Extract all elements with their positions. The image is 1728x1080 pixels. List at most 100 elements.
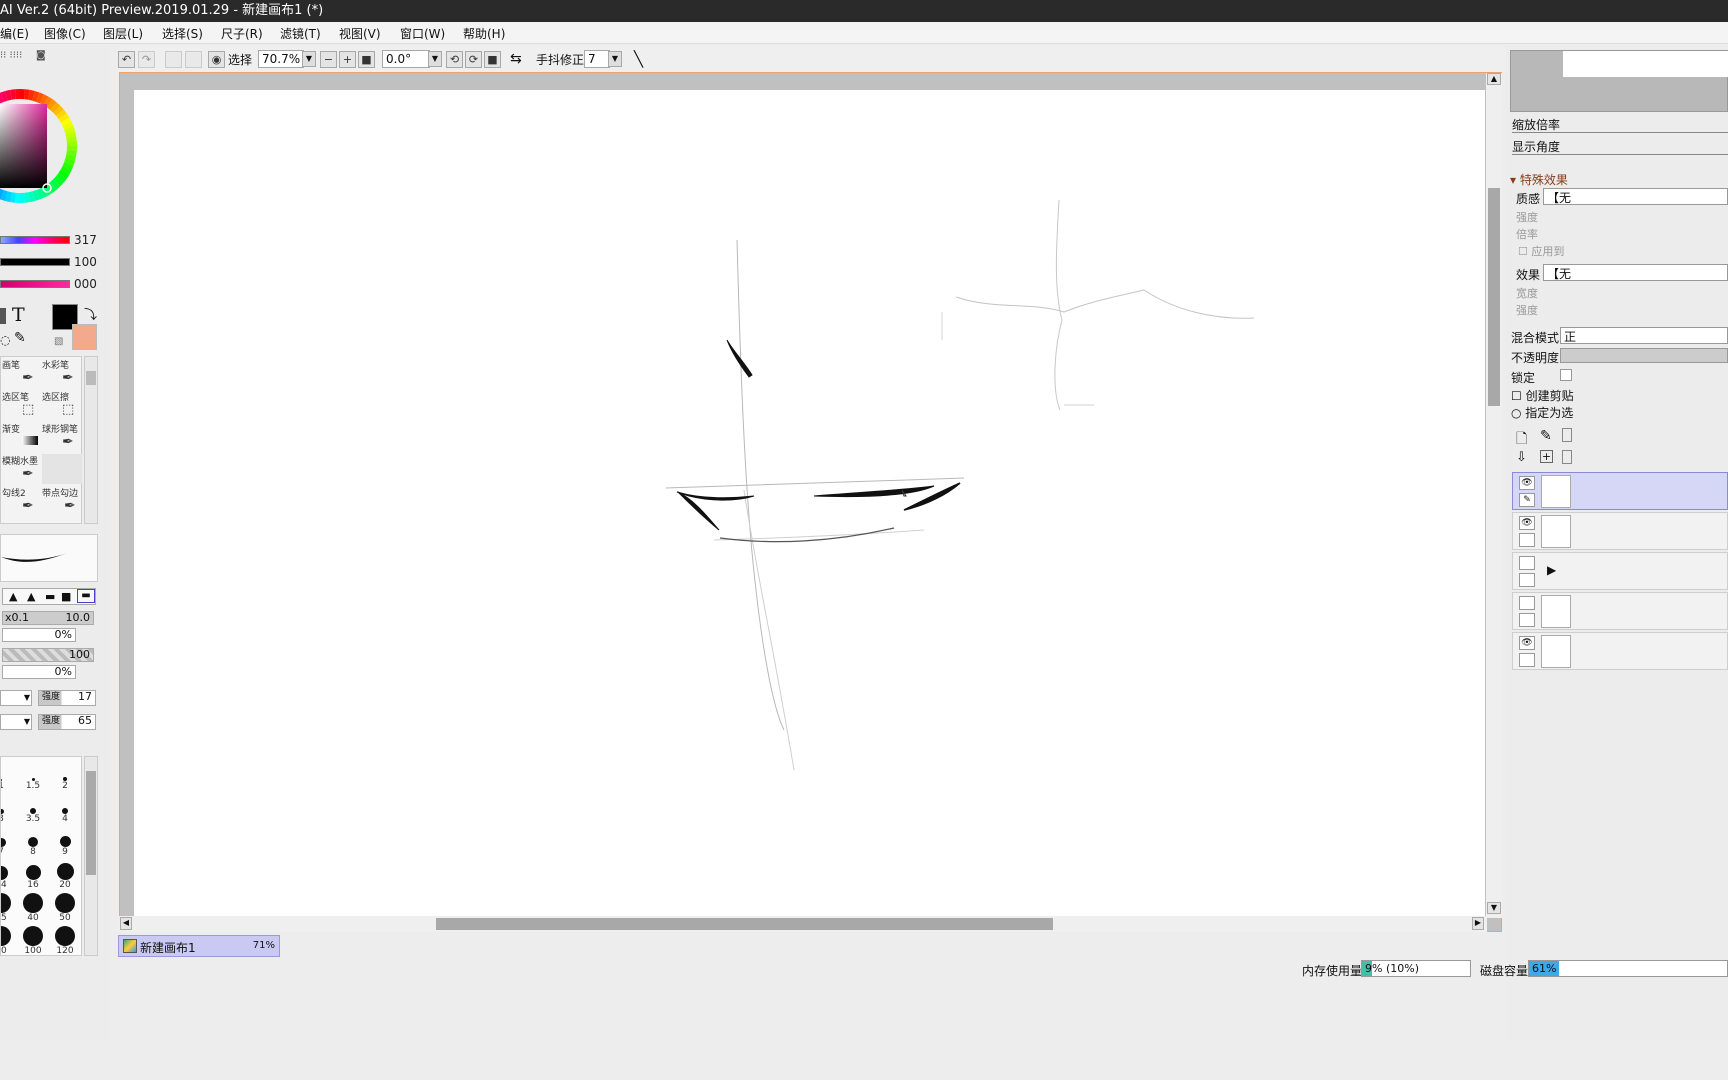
hue-ring-segment[interactable]: [55, 172, 67, 183]
brush-grid-scroll-thumb[interactable]: [86, 371, 96, 385]
hue-ring-segment[interactable]: [58, 169, 70, 179]
scroll-left-icon[interactable]: ◀: [120, 917, 132, 930]
navigator-preview[interactable]: [1510, 50, 1728, 112]
size-preset[interactable]: 20: [49, 860, 81, 890]
layer-edit-box[interactable]: [1519, 533, 1535, 547]
color-wheel[interactable]: [0, 68, 90, 228]
hue-ring-segment[interactable]: [53, 105, 64, 116]
brush-pen[interactable]: 画笔 ✒: [2, 358, 42, 388]
size-preset[interactable]: 4: [49, 794, 81, 824]
menu-layer[interactable]: 图层(L): [103, 25, 143, 42]
layer-edit-box[interactable]: [1519, 573, 1535, 587]
text-tool-icon[interactable]: T: [12, 304, 25, 326]
shape-sharp-icon[interactable]: ▲: [9, 590, 17, 603]
size-preset[interactable]: 7: [1, 827, 17, 857]
hue-ring-segment[interactable]: [64, 126, 76, 134]
menu-ruler[interactable]: 尺子(R): [221, 25, 263, 42]
merge-down-icon[interactable]: ⇩: [1516, 450, 1527, 465]
size-preset[interactable]: 40: [17, 893, 49, 923]
hue-ring-segment[interactable]: [58, 113, 70, 123]
rotate-left-icon[interactable]: ⟲: [446, 51, 463, 68]
layer-row[interactable]: 👁 ✎: [1512, 472, 1728, 510]
brush-blur-ink[interactable]: 模糊水墨 ✒: [2, 454, 42, 484]
zoom-out-button[interactable]: −: [320, 51, 337, 68]
hue-slider[interactable]: [0, 236, 70, 244]
layer-row[interactable]: 👁: [1512, 512, 1728, 550]
brush-selection-eraser[interactable]: 选区擦 ⬚: [42, 390, 82, 420]
brush-watercolor[interactable]: 水彩笔 ✒: [42, 358, 82, 388]
opacity-slider[interactable]: [1560, 348, 1728, 363]
layer-edit-box[interactable]: [1519, 653, 1535, 667]
folder-expand-icon[interactable]: ▶: [1547, 563, 1556, 577]
hue-ring-segment[interactable]: [50, 179, 61, 190]
layer-edit-box[interactable]: [1519, 613, 1535, 627]
size-preset[interactable]: 100: [17, 926, 49, 955]
brush-lineart-2[interactable]: 勾线2 ✒: [2, 486, 42, 516]
deselect-button[interactable]: [165, 51, 182, 68]
menu-select[interactable]: 选择(S): [162, 25, 203, 42]
document-tab[interactable]: 新建画布1 71%: [118, 935, 280, 957]
invert-selection-button[interactable]: [185, 51, 202, 68]
hue-ring-segment[interactable]: [65, 154, 77, 161]
canvas-vertical-scrollbar[interactable]: ▲ ▼: [1486, 73, 1502, 918]
brush-selection-pen[interactable]: 选区笔 ⬚: [2, 390, 42, 420]
brush-size-slider[interactable]: x0.1 10.0: [2, 611, 94, 625]
new-folder-icon[interactable]: [1562, 428, 1572, 442]
layer-row[interactable]: [1512, 592, 1728, 630]
size-preset[interactable]: 3: [1, 794, 17, 824]
hue-ring-segment[interactable]: [64, 158, 76, 166]
hue-ring-segment[interactable]: [60, 117, 72, 127]
zoom-in-button[interactable]: +: [339, 51, 356, 68]
hue-ring-segment[interactable]: [10, 89, 16, 100]
effects-header[interactable]: ▾ 特殊效果: [1510, 171, 1568, 188]
menu-window[interactable]: 窗口(W): [400, 25, 445, 42]
saturation-slider[interactable]: [0, 258, 70, 266]
zoom-dropdown[interactable]: ▼: [302, 51, 316, 67]
vertical-scroll-thumb[interactable]: [1488, 188, 1500, 406]
flip-icon[interactable]: ⇆: [510, 51, 522, 67]
eye-icon[interactable]: 👁: [1519, 636, 1535, 650]
color-swatch-icon[interactable]: ◙: [36, 50, 46, 61]
stabilizer-field[interactable]: 7: [584, 50, 610, 68]
brush-ballpen[interactable]: 球形钢笔 ✒: [42, 422, 82, 452]
size-preset[interactable]: 16: [17, 860, 49, 890]
hue-ring-segment[interactable]: [39, 94, 49, 106]
size-presets-scroll-thumb[interactable]: [86, 771, 96, 875]
shape-block-icon[interactable]: ▬: [77, 589, 95, 603]
blend-dropdown-1[interactable]: ▼: [0, 690, 32, 706]
selection-source-radio[interactable]: ○ 指定为选: [1511, 404, 1573, 421]
horizontal-scroll-thumb[interactable]: [436, 918, 1053, 930]
value-slider[interactable]: [0, 280, 70, 288]
hue-ring-segment[interactable]: [60, 165, 72, 175]
blend-dropdown-2[interactable]: ▼: [0, 714, 32, 730]
hue-ring-segment[interactable]: [43, 96, 53, 108]
scroll-right-icon[interactable]: ▶: [1472, 917, 1484, 930]
hue-ring-segment[interactable]: [5, 191, 12, 203]
hue-ring-segment[interactable]: [10, 192, 16, 203]
layer-row[interactable]: 👁: [1512, 632, 1728, 670]
canvas-horizontal-scrollbar[interactable]: ◀ ▶: [119, 916, 1487, 932]
hue-ring-segment[interactable]: [28, 89, 35, 101]
brush-gradient[interactable]: 渐变: [2, 422, 42, 452]
stabilizer-dropdown[interactable]: ▼: [608, 51, 622, 67]
visibility-box[interactable]: [1519, 596, 1535, 610]
secondary-color-swatch[interactable]: [72, 324, 97, 350]
swap-colors-icon[interactable]: ⤵: [84, 304, 97, 323]
hue-ring-segment[interactable]: [46, 99, 57, 111]
rotation-dropdown[interactable]: ▼: [428, 51, 442, 67]
zoom-field[interactable]: 70.7%: [258, 50, 304, 68]
hue-ring-segment[interactable]: [0, 92, 4, 104]
navigator-viewport[interactable]: [1563, 51, 1728, 77]
pencil-icon[interactable]: ✎: [1519, 493, 1535, 507]
size-preset[interactable]: 14: [1, 860, 17, 890]
size-preset[interactable]: 50: [49, 893, 81, 923]
size-preset[interactable]: 9: [49, 827, 81, 857]
param1-slider[interactable]: 强度 17: [38, 690, 96, 706]
brush-dotted-outline[interactable]: 带点勾边 ✒: [42, 486, 82, 516]
hue-ring-segment[interactable]: [50, 102, 61, 113]
color-mode-icon[interactable]: ⁝⁝ ⁝⁝⁝⁝: [0, 50, 22, 61]
brush-empty-slot[interactable]: [42, 454, 82, 484]
hue-ring-segment[interactable]: [66, 150, 77, 156]
delete-layer-icon[interactable]: [1562, 450, 1572, 464]
hue-ring-segment[interactable]: [0, 188, 4, 200]
